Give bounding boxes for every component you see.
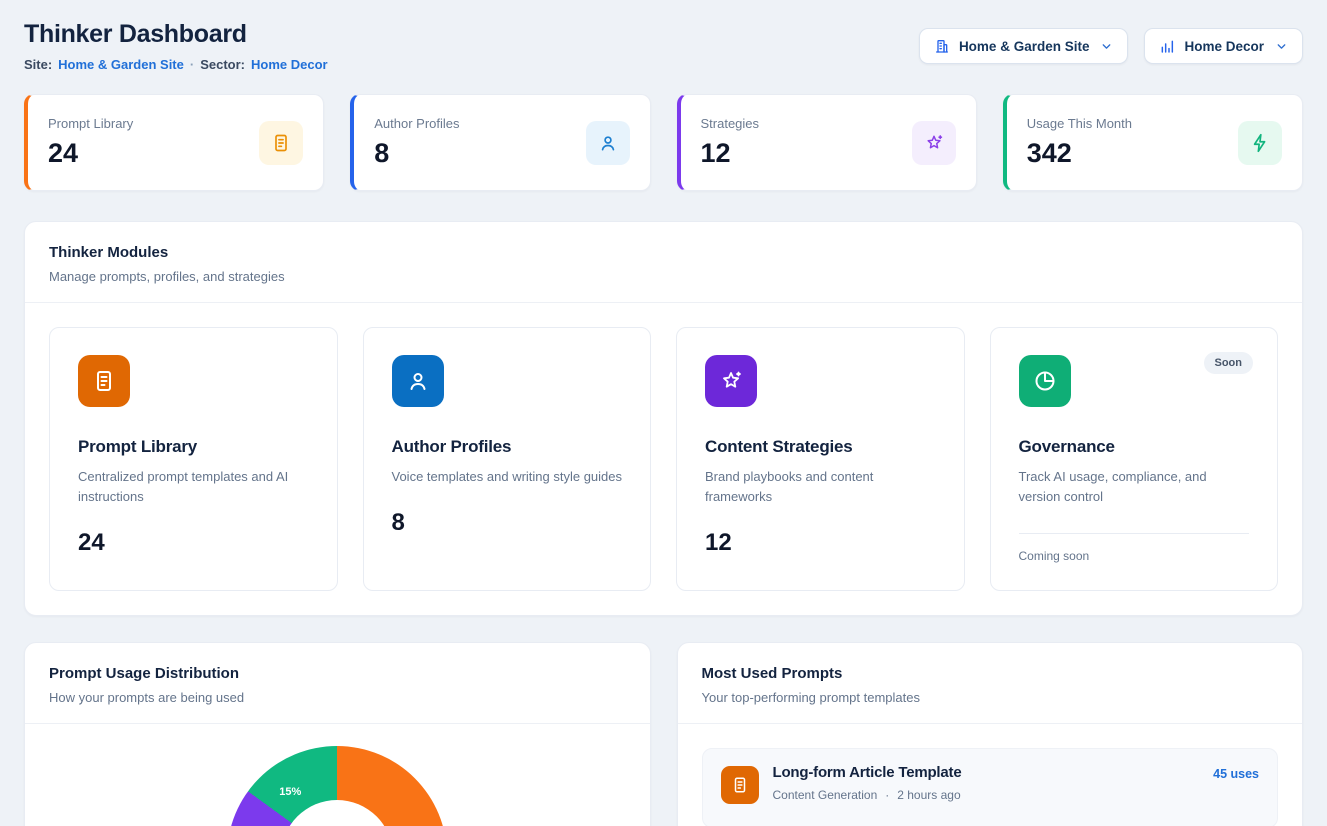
sector-selector-label: Home Decor bbox=[1184, 39, 1264, 54]
donut-chart: 15% bbox=[227, 746, 447, 826]
prompts-title: Most Used Prompts bbox=[702, 665, 1279, 682]
prompt-meta: Content Generation · 2 hours ago bbox=[773, 788, 1200, 802]
module-count: 24 bbox=[78, 529, 309, 557]
bar-chart-icon bbox=[1159, 38, 1175, 54]
module-description: Brand playbooks and content frameworks bbox=[705, 467, 936, 507]
soon-badge: Soon bbox=[1204, 352, 1254, 374]
site-label: Site: bbox=[24, 57, 52, 72]
site-selector-dropdown[interactable]: Home & Garden Site bbox=[919, 28, 1129, 64]
stat-value: 24 bbox=[48, 138, 133, 169]
uses-badge: 45 uses bbox=[1213, 767, 1259, 812]
stat-text: Author Profiles 8 bbox=[374, 116, 459, 169]
module-card-content-strategies[interactable]: Content Strategies Brand playbooks and c… bbox=[676, 327, 965, 591]
module-title: Governance bbox=[1019, 437, 1250, 457]
coming-soon-text: Coming soon bbox=[1019, 549, 1250, 563]
stat-text: Usage This Month 342 bbox=[1027, 116, 1132, 169]
donut-chart-area: 15% bbox=[25, 724, 650, 826]
stat-card-strategies: Strategies 12 bbox=[677, 94, 977, 191]
sparkle-star-icon bbox=[912, 121, 956, 165]
prompts-subtitle: Your top-performing prompt templates bbox=[702, 690, 1279, 705]
module-count: 12 bbox=[705, 529, 936, 557]
prompt-category: Content Generation bbox=[773, 788, 878, 802]
prompts-header: Most Used Prompts Your top-performing pr… bbox=[678, 643, 1303, 724]
module-card-governance[interactable]: Soon Governance Track AI usage, complian… bbox=[990, 327, 1279, 591]
bottom-row: Prompt Usage Distribution How your promp… bbox=[24, 642, 1303, 826]
prompt-time: 2 hours ago bbox=[897, 788, 960, 802]
stat-card-prompt-library: Prompt Library 24 bbox=[24, 94, 324, 191]
module-card-author-profiles[interactable]: Author Profiles Voice templates and writ… bbox=[363, 327, 652, 591]
user-icon bbox=[392, 355, 444, 407]
stat-label: Usage This Month bbox=[1027, 116, 1132, 131]
stat-value: 342 bbox=[1027, 138, 1132, 169]
prompt-list-item[interactable]: Long-form Article Template Content Gener… bbox=[702, 748, 1279, 826]
separator-dot: · bbox=[885, 788, 889, 802]
page-title: Thinker Dashboard bbox=[24, 20, 328, 49]
module-title: Author Profiles bbox=[392, 437, 623, 457]
sector-label: Sector: bbox=[200, 57, 245, 72]
usage-title: Prompt Usage Distribution bbox=[49, 665, 626, 682]
stats-row: Prompt Library 24 Author Profiles 8 Stra… bbox=[24, 94, 1303, 191]
sector-selector-dropdown[interactable]: Home Decor bbox=[1144, 28, 1303, 64]
modules-header: Thinker Modules Manage prompts, profiles… bbox=[25, 222, 1302, 303]
module-description: Voice templates and writing style guides bbox=[392, 467, 623, 487]
document-icon bbox=[78, 355, 130, 407]
chevron-down-icon bbox=[1100, 40, 1113, 53]
site-selector-label: Home & Garden Site bbox=[959, 39, 1090, 54]
modules-grid: Prompt Library Centralized prompt templa… bbox=[25, 303, 1302, 615]
separator-dot: · bbox=[190, 57, 194, 72]
document-icon bbox=[259, 121, 303, 165]
donut-segment-label: 15% bbox=[279, 786, 301, 798]
usage-subtitle: How your prompts are being used bbox=[49, 690, 626, 705]
module-title: Prompt Library bbox=[78, 437, 309, 457]
page-header: Thinker Dashboard Site: Home & Garden Si… bbox=[24, 20, 1303, 72]
breadcrumb: Site: Home & Garden Site · Sector: Home … bbox=[24, 57, 328, 72]
module-card-prompt-library[interactable]: Prompt Library Centralized prompt templa… bbox=[49, 327, 338, 591]
pie-chart-icon bbox=[1019, 355, 1071, 407]
site-link[interactable]: Home & Garden Site bbox=[58, 57, 184, 72]
sector-link[interactable]: Home Decor bbox=[251, 57, 328, 72]
module-count: 8 bbox=[392, 509, 623, 537]
stat-text: Strategies 12 bbox=[701, 116, 760, 169]
stat-card-author-profiles: Author Profiles 8 bbox=[350, 94, 650, 191]
header-selectors: Home & Garden Site Home Decor bbox=[919, 20, 1303, 64]
prompt-usage-panel: Prompt Usage Distribution How your promp… bbox=[24, 642, 651, 826]
module-description: Track AI usage, compliance, and version … bbox=[1019, 467, 1250, 507]
thinker-modules-panel: Thinker Modules Manage prompts, profiles… bbox=[24, 221, 1303, 616]
prompt-info: Long-form Article Template Content Gener… bbox=[773, 764, 1200, 812]
document-icon bbox=[721, 766, 759, 804]
stat-label: Author Profiles bbox=[374, 116, 459, 131]
stat-value: 12 bbox=[701, 138, 760, 169]
stat-text: Prompt Library 24 bbox=[48, 116, 133, 169]
sparkle-star-icon bbox=[705, 355, 757, 407]
header-left: Thinker Dashboard Site: Home & Garden Si… bbox=[24, 20, 328, 72]
stat-label: Strategies bbox=[701, 116, 760, 131]
modules-title: Thinker Modules bbox=[49, 244, 1278, 261]
modules-subtitle: Manage prompts, profiles, and strategies bbox=[49, 269, 1278, 284]
prompt-title: Long-form Article Template bbox=[773, 764, 1200, 781]
divider bbox=[1019, 533, 1250, 534]
module-title: Content Strategies bbox=[705, 437, 936, 457]
stat-label: Prompt Library bbox=[48, 116, 133, 131]
stat-value: 8 bbox=[374, 138, 459, 169]
chevron-down-icon bbox=[1275, 40, 1288, 53]
user-icon bbox=[586, 121, 630, 165]
most-used-prompts-panel: Most Used Prompts Your top-performing pr… bbox=[677, 642, 1304, 826]
building-icon bbox=[934, 38, 950, 54]
stat-card-usage: Usage This Month 342 bbox=[1003, 94, 1303, 191]
module-description: Centralized prompt templates and AI inst… bbox=[78, 467, 309, 507]
lightning-icon bbox=[1238, 121, 1282, 165]
usage-header: Prompt Usage Distribution How your promp… bbox=[25, 643, 650, 724]
dashboard-page: Thinker Dashboard Site: Home & Garden Si… bbox=[0, 0, 1327, 826]
